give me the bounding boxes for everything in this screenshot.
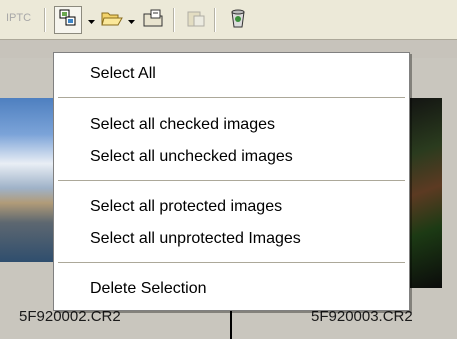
open-folder-dropdown-arrow[interactable]	[126, 12, 136, 28]
toolbar-separator	[44, 8, 46, 32]
toolbar: IPTC	[0, 0, 457, 40]
select-dropdown-menu: Select All Select all checked images Sel…	[53, 52, 410, 311]
menu-item-select-checked[interactable]: Select all checked images	[90, 116, 275, 134]
recycle-bin-button[interactable]	[224, 6, 252, 34]
chevron-down-icon	[127, 11, 135, 29]
menu-item-select-all[interactable]: Select All	[90, 65, 156, 83]
menu-item-select-unprotected[interactable]: Select all unprotected Images	[90, 230, 301, 248]
toolbar-separator	[173, 8, 175, 32]
menu-separator	[58, 97, 405, 98]
open-folder-icon	[101, 9, 123, 32]
recycle-bin-icon	[229, 8, 247, 33]
menu-separator	[58, 180, 405, 181]
menu-item-select-protected[interactable]: Select all protected images	[90, 198, 282, 216]
select-icon	[59, 9, 77, 32]
chevron-down-icon	[87, 11, 95, 29]
paste-icon	[186, 9, 206, 32]
copy-to-folder-button[interactable]	[140, 6, 168, 34]
menu-item-delete-selection[interactable]: Delete Selection	[90, 280, 207, 298]
select-dropdown-arrow[interactable]	[86, 12, 96, 28]
select-button[interactable]	[54, 6, 82, 34]
thumbnail-divider	[230, 308, 232, 339]
paste-button[interactable]	[182, 6, 210, 34]
open-folder-button[interactable]	[98, 6, 126, 34]
copy-to-folder-icon	[143, 9, 165, 32]
toolbar-separator	[214, 8, 216, 32]
thumbnail-image[interactable]	[0, 98, 56, 262]
menu-separator	[58, 262, 405, 263]
menu-item-select-unchecked[interactable]: Select all unchecked images	[90, 148, 293, 166]
iptc-button-label[interactable]: IPTC	[6, 12, 31, 24]
